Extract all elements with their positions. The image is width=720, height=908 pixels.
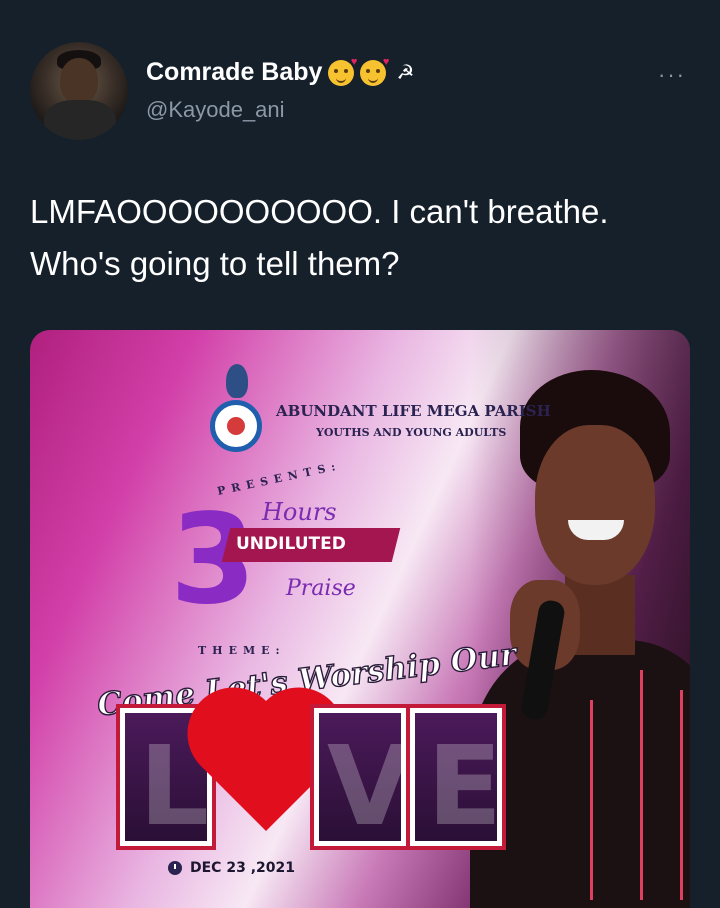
undiluted-label: UNDILUTED [236, 534, 346, 554]
tweet-header: Comrade Baby ♥ ♥ ☭ @Kayode_ani ··· [30, 42, 690, 142]
love-letter-e-glyph: E [427, 722, 503, 850]
avatar-shirt [44, 100, 116, 140]
user-handle[interactable]: @Kayode_ani [146, 97, 285, 123]
shirt-thread [590, 700, 593, 900]
smiling-face-with-hearts-icon: ♥ [328, 56, 357, 86]
hours-label: Hours [262, 498, 337, 526]
event-date-text: DEC 23 ,2021 [190, 860, 295, 876]
name-row[interactable]: Comrade Baby ♥ ♥ ☭ [146, 56, 415, 87]
parish-name: ABUNDANT LIFE MEGA PARISH [276, 402, 551, 420]
love-letter-e: E [406, 704, 506, 850]
love-wordmark: L V E [116, 700, 506, 858]
performer-shirt [470, 640, 690, 908]
heart-icon [200, 700, 332, 832]
avatar[interactable] [30, 42, 128, 140]
performer-head [535, 425, 655, 585]
love-letter-v: V [310, 704, 412, 850]
church-flame-icon [226, 364, 248, 398]
tweet-text: LMFAOOOOOOOOOO. I can't breathe. Who's g… [30, 193, 609, 282]
theme-label: THEME: [198, 644, 286, 657]
smiling-face-with-hearts-icon: ♥ [360, 56, 389, 86]
clock-icon [168, 861, 182, 875]
love-letter-v-glyph: V [327, 722, 413, 850]
parish-subtitle: YOUTHS AND YOUNG ADULTS [316, 426, 507, 439]
shirt-thread [680, 690, 683, 900]
hammer-and-sickle-icon: ☭ [396, 62, 415, 84]
more-options-icon[interactable]: ··· [658, 62, 686, 88]
shirt-thread [640, 670, 643, 900]
tweet-media-image[interactable]: ABUNDANT LIFE MEGA PARISH YOUTHS AND YOU… [30, 330, 690, 908]
church-logo-icon [210, 400, 262, 452]
avatar-face [60, 58, 98, 104]
display-name[interactable]: Comrade Baby [146, 58, 322, 87]
praise-label: Praise [286, 576, 356, 601]
event-date: DEC 23 ,2021 [168, 860, 295, 876]
